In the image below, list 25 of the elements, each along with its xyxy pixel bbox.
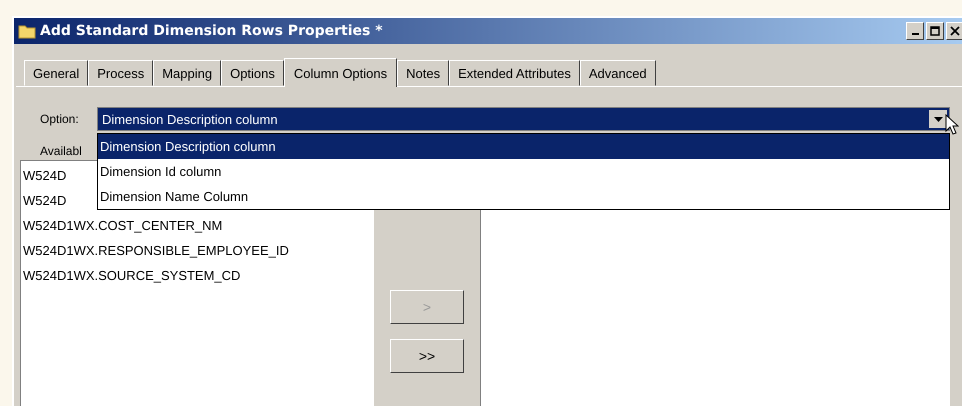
- dropdown-option[interactable]: Dimension Description column: [98, 134, 949, 159]
- list-item[interactable]: W524D1WX.RESPONSIBLE_EMPLOYEE_ID: [21, 238, 373, 263]
- list-item[interactable]: W524D1WX.SOURCE_SYSTEM_CD: [21, 263, 373, 288]
- tab[interactable]: Column Options: [284, 58, 398, 87]
- tab[interactable]: Advanced: [580, 60, 656, 86]
- maximize-icon: [930, 26, 940, 36]
- folder-icon: [18, 23, 36, 39]
- tab[interactable]: Notes: [397, 60, 450, 86]
- maximize-button[interactable]: [926, 22, 944, 40]
- move-button[interactable]: >>: [390, 339, 464, 373]
- minimize-icon: [912, 33, 918, 35]
- window-title: Add Standard Dimension Rows Properties *: [40, 23, 384, 39]
- minimize-button[interactable]: [906, 22, 924, 40]
- option-label: Option:: [40, 112, 80, 126]
- list-item[interactable]: W524D1WX.COST_CENTER_NM: [21, 213, 373, 238]
- tab[interactable]: Extended Attributes: [449, 60, 580, 86]
- tab[interactable]: Process: [88, 60, 154, 86]
- available-label: Availabl: [40, 144, 83, 158]
- tab[interactable]: Options: [221, 60, 284, 86]
- tab[interactable]: Mapping: [153, 60, 222, 86]
- dropdown-option[interactable]: Dimension Id column: [98, 159, 949, 184]
- close-button[interactable]: [946, 22, 962, 40]
- close-icon: [950, 26, 960, 36]
- tab[interactable]: General: [24, 60, 88, 86]
- dropdown-option[interactable]: Dimension Name Column: [98, 184, 949, 209]
